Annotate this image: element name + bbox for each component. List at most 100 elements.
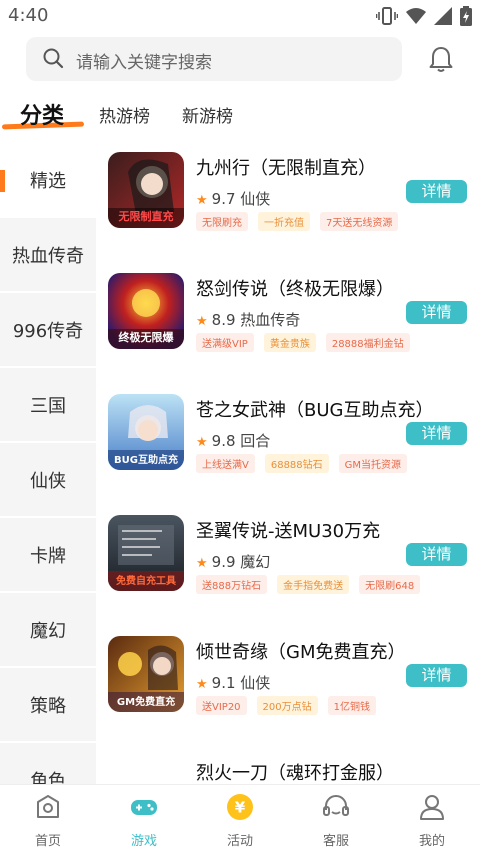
nav-home[interactable]: 首页 <box>0 785 96 853</box>
sidebar-item-label: 仙侠 <box>30 471 66 492</box>
thumb-caption: GM免费直充 <box>116 697 176 708</box>
game-tags: 上线送满V 68888钻石 GM当托资源 <box>196 454 408 473</box>
game-card[interactable]: 烈火一刀（魂环打金服） <box>96 749 480 784</box>
game-rating: 9.9 <box>211 553 236 571</box>
sidebar-item-featured[interactable]: 精选 <box>0 144 96 218</box>
home-icon <box>37 795 59 818</box>
thumb-caption: 免费自充工具 <box>116 576 176 587</box>
game-tags: 送满级VIP 黄金贵族 28888福利金钻 <box>196 333 410 352</box>
tag: 送满级VIP <box>196 333 254 352</box>
game-card[interactable]: 无限制直充 九州行（无限制直充） ★ 9.7 仙侠 无限刷充 一折充值 7天送无线… <box>96 144 480 264</box>
tab-new-games[interactable]: 新游榜 <box>182 102 233 127</box>
gamepad-icon <box>131 800 157 815</box>
search-input[interactable]: 请输入关键字搜索 <box>76 48 212 73</box>
game-card[interactable]: 免费自充工具 圣翼传说-送MU30万充 ★ 9.9 魔幻 送888万钻石 金手指免… <box>96 507 480 627</box>
tag: 7天送无线资源 <box>320 212 399 231</box>
tag: GM当托资源 <box>338 454 408 473</box>
star-icon: ★ <box>196 556 208 571</box>
sidebar-item-label: 策略 <box>30 696 66 717</box>
tag: 无限刷648 <box>359 575 421 594</box>
star-icon: ★ <box>196 314 208 329</box>
sidebar: 精选 热血传奇 996传奇 三国 仙侠 卡牌 魔幻 策略 角色 <box>0 144 96 784</box>
tag: 200万点钻 <box>256 696 318 715</box>
game-card[interactable]: GM免费直充 倾世奇缘（GM免费直充） ★ 9.1 仙侠 送VIP20 200万点… <box>96 628 480 748</box>
game-thumbnail: BUG互助点充 <box>108 394 184 470</box>
vibrate-icon <box>376 7 398 25</box>
game-thumbnail: 免费自充工具 <box>108 515 184 591</box>
tag: 28888福利金钻 <box>325 333 410 352</box>
sidebar-item-xianxia[interactable]: 仙侠 <box>0 444 96 518</box>
game-name: 圣翼传说-送MU30万充 <box>196 521 381 542</box>
game-rating: 9.7 <box>211 190 236 208</box>
sidebar-item-label: 三国 <box>30 396 66 417</box>
svg-text:¥: ¥ <box>235 799 246 817</box>
game-meta: ★ 9.7 仙侠 <box>196 188 270 209</box>
game-card[interactable]: BUG互助点充 苍之女武神（BUG互助点充） ★ 9.8 回合 上线送满V 688… <box>96 386 480 506</box>
game-genre: 仙侠 <box>240 674 271 692</box>
status-bar: 4:40 <box>0 0 480 32</box>
game-genre: 热血传奇 <box>240 311 301 329</box>
game-card[interactable]: 终极无限爆 怒剑传说（终极无限爆） ★ 8.9 热血传奇 送满级VIP 黄金贵族 … <box>96 265 480 385</box>
game-meta: ★ 9.1 仙侠 <box>196 672 270 693</box>
game-thumbnail: GM免费直充 <box>108 636 184 712</box>
star-icon: ★ <box>196 193 208 208</box>
details-button[interactable]: 详情 <box>406 664 467 687</box>
tab-hot-games[interactable]: 热游榜 <box>99 102 150 127</box>
game-rating: 9.1 <box>211 674 236 692</box>
sidebar-item-three-kingdoms[interactable]: 三国 <box>0 369 96 443</box>
game-tags: 无限刷充 一折充值 7天送无线资源 <box>196 212 399 231</box>
sidebar-item-fantasy[interactable]: 魔幻 <box>0 594 96 668</box>
tag: 送888万钻石 <box>196 575 268 594</box>
thumb-caption: BUG互助点充 <box>114 455 178 466</box>
star-icon: ★ <box>196 435 208 450</box>
game-tags: 送888万钻石 金手指免费送 无限刷648 <box>196 575 421 594</box>
sidebar-item-label: 角色 <box>30 771 66 784</box>
sidebar-item-strategy[interactable]: 策略 <box>0 669 96 743</box>
nav-label: 客服 <box>322 834 349 849</box>
active-marker <box>0 170 5 192</box>
game-name: 烈火一刀（魂环打金服） <box>196 763 394 784</box>
nav-profile[interactable]: 我的 <box>384 785 480 853</box>
details-button[interactable]: 详情 <box>406 180 467 203</box>
tag: 金手指免费送 <box>277 575 350 594</box>
game-rating: 9.8 <box>211 432 236 450</box>
tag: 一折充值 <box>258 212 310 231</box>
nav-label: 游戏 <box>130 834 157 849</box>
sidebar-item-legend[interactable]: 热血传奇 <box>0 219 96 293</box>
tab-category[interactable]: 分类 <box>20 98 64 130</box>
sidebar-item-996[interactable]: 996传奇 <box>0 294 96 368</box>
nav-activity[interactable]: ¥ 活动 <box>192 785 288 853</box>
search-icon <box>43 48 64 69</box>
game-list: 无限制直充 九州行（无限制直充） ★ 9.7 仙侠 无限刷充 一折充值 7天送无线… <box>96 144 480 784</box>
sidebar-item-label: 996传奇 <box>12 321 84 342</box>
nav-service[interactable]: 客服 <box>288 785 384 853</box>
nav-games[interactable]: 游戏 <box>96 785 192 853</box>
tag: 68888钻石 <box>264 454 329 473</box>
status-time: 4:40 <box>8 5 49 26</box>
signal-icon <box>434 7 452 25</box>
game-genre: 魔幻 <box>240 553 271 571</box>
details-button[interactable]: 详情 <box>406 422 467 445</box>
thumb-caption: 终极无限爆 <box>118 331 174 344</box>
nav-label: 首页 <box>34 834 61 849</box>
game-tags: 送VIP20 200万点钻 1亿铜钱 <box>196 696 377 715</box>
game-rating: 8.9 <box>211 311 236 329</box>
details-button[interactable]: 详情 <box>406 543 467 566</box>
game-name: 九州行（无限制直充） <box>196 158 376 179</box>
bell-icon[interactable] <box>426 44 456 74</box>
status-icons <box>376 6 472 26</box>
sidebar-item-role[interactable]: 角色 <box>0 744 96 784</box>
sidebar-item-card[interactable]: 卡牌 <box>0 519 96 593</box>
headset-icon <box>323 795 349 816</box>
sidebar-item-label: 卡牌 <box>30 546 66 567</box>
sidebar-item-label: 精选 <box>30 171 66 192</box>
details-button[interactable]: 详情 <box>406 301 467 324</box>
game-thumbnail: 终极无限爆 <box>108 273 184 349</box>
game-genre: 回合 <box>240 432 271 450</box>
battery-icon <box>460 6 472 26</box>
nav-label: 我的 <box>418 834 445 849</box>
game-name: 苍之女武神（BUG互助点充） <box>196 400 434 421</box>
game-name: 怒剑传说（终极无限爆） <box>196 279 394 300</box>
search-bar[interactable]: 请输入关键字搜索 <box>26 37 402 81</box>
game-thumbnail: 无限制直充 <box>108 152 184 228</box>
